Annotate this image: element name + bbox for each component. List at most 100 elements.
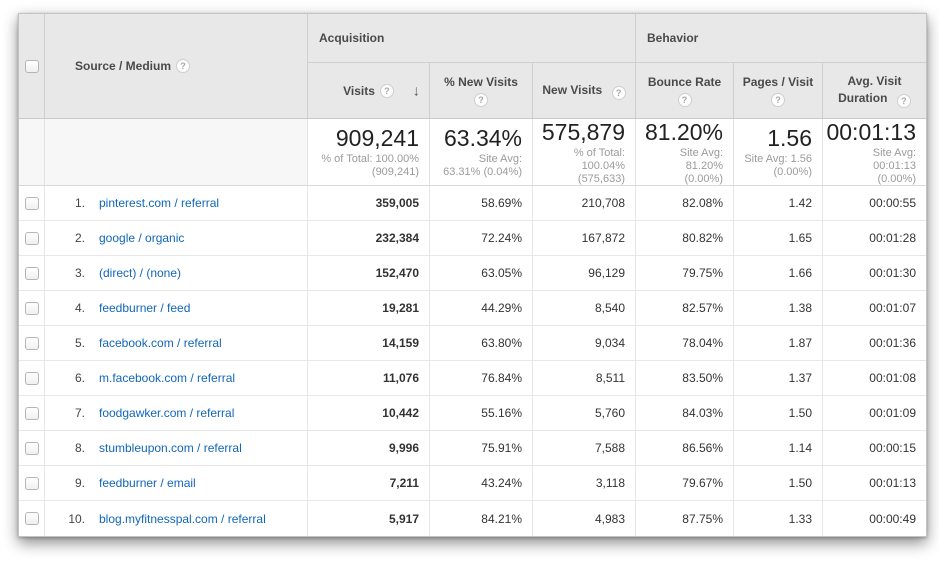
new-visits-cell: 210,708 [533, 186, 636, 220]
column-header-visits[interactable]: Visits ? ↓ [308, 63, 430, 118]
help-icon[interactable]: ? [474, 93, 488, 107]
row-rank: 8. [53, 441, 85, 455]
new-visits-cell: 9,034 [533, 326, 636, 360]
source-medium-link[interactable]: pinterest.com / referral [99, 196, 219, 210]
row-checkbox[interactable] [25, 337, 39, 350]
summary-new-visits: 575,879 % of Total: 100.04% (575,633) [533, 119, 636, 185]
help-icon[interactable]: ? [678, 93, 692, 107]
pages-visit-cell: 1.37 [734, 361, 823, 395]
pct-new-visits-cell: 76.84% [430, 361, 533, 395]
help-icon[interactable]: ? [612, 86, 626, 100]
column-header-pct-new-visits[interactable]: % New Visits ? [430, 63, 533, 118]
row-checkbox-cell [19, 291, 45, 325]
pages-visit-cell: 1.50 [734, 396, 823, 430]
visits-cell: 19,281 [308, 291, 430, 325]
row-checkbox-cell [19, 396, 45, 430]
row-checkbox[interactable] [25, 232, 39, 245]
pages-visit-cell: 1.50 [734, 466, 823, 500]
analytics-table-card: Source / Medium ? Acquisition Visits ? ↓… [18, 13, 927, 537]
source-medium-link[interactable]: stumbleupon.com / referral [99, 441, 242, 455]
new-visits-cell: 8,540 [533, 291, 636, 325]
source-medium-cell: 2. google / organic [45, 221, 308, 255]
acquisition-group-band: Acquisition [308, 14, 636, 63]
source-medium-link[interactable]: feedburner / feed [99, 301, 190, 315]
source-medium-link[interactable]: (direct) / (none) [99, 266, 181, 280]
source-medium-link[interactable]: foodgawker.com / referral [99, 406, 234, 420]
source-medium-cell: 7. foodgawker.com / referral [45, 396, 308, 430]
behavior-group: Behavior Bounce Rate ? Pages / Visit ? A… [635, 14, 926, 118]
pct-new-visits-cell: 75.91% [430, 431, 533, 465]
source-medium-link[interactable]: google / organic [99, 231, 184, 245]
bounce-rate-cell: 87.75% [636, 501, 734, 536]
row-rank: 7. [53, 406, 85, 420]
source-medium-link[interactable]: m.facebook.com / referral [99, 371, 235, 385]
table-row: 4. feedburner / feed 19,281 44.29% 8,540… [19, 291, 926, 326]
new-visits-cell: 96,129 [533, 256, 636, 290]
avg-visit-duration-cell: 00:00:49 [823, 501, 926, 536]
row-checkbox[interactable] [25, 267, 39, 280]
row-rank: 4. [53, 301, 85, 315]
help-icon[interactable]: ? [380, 84, 394, 98]
table-row: 1. pinterest.com / referral 359,005 58.6… [19, 186, 926, 221]
table-row: 5. facebook.com / referral 14,159 63.80%… [19, 326, 926, 361]
column-header-pages-visit[interactable]: Pages / Visit ? [734, 63, 823, 118]
visits-cell: 11,076 [308, 361, 430, 395]
source-medium-link[interactable]: facebook.com / referral [99, 336, 222, 350]
pages-visit-cell: 1.33 [734, 501, 823, 536]
avg-visit-duration-cell: 00:01:09 [823, 396, 926, 430]
row-checkbox[interactable] [25, 477, 39, 490]
column-header-bounce-rate[interactable]: Bounce Rate ? [636, 63, 734, 118]
select-all-checkbox[interactable] [25, 60, 39, 73]
pct-new-visits-cell: 58.69% [430, 186, 533, 220]
visits-cell: 7,211 [308, 466, 430, 500]
acquisition-group: Acquisition Visits ? ↓ % New Visits ? Ne… [308, 14, 636, 118]
source-medium-cell: 4. feedburner / feed [45, 291, 308, 325]
row-checkbox-cell [19, 361, 45, 395]
avg-visit-duration-cell: 00:01:28 [823, 221, 926, 255]
select-all-cell [19, 14, 45, 118]
row-checkbox-cell [19, 186, 45, 220]
row-checkbox[interactable] [25, 302, 39, 315]
visits-cell: 359,005 [308, 186, 430, 220]
row-checkbox[interactable] [25, 197, 39, 210]
row-checkbox[interactable] [25, 442, 39, 455]
source-medium-cell: 8. stumbleupon.com / referral [45, 431, 308, 465]
row-checkbox-cell [19, 326, 45, 360]
source-medium-link[interactable]: feedburner / email [99, 476, 196, 490]
source-medium-cell: 9. feedburner / email [45, 466, 308, 500]
summary-row: 909,241 % of Total: 100.00% (909,241) 63… [19, 119, 926, 186]
bounce-rate-cell: 83.50% [636, 361, 734, 395]
summary-pct-new-visits: 63.34% Site Avg: 63.31% (0.04%) [430, 119, 533, 185]
behavior-group-band: Behavior [636, 14, 926, 63]
summary-pages-visit: 1.56 Site Avg: 1.56 (0.00%) [734, 119, 823, 185]
bounce-rate-cell: 78.04% [636, 326, 734, 360]
row-checkbox-cell [19, 256, 45, 290]
row-checkbox[interactable] [25, 407, 39, 420]
sort-descending-icon[interactable]: ↓ [413, 82, 421, 99]
source-medium-cell: 10. blog.myfitnesspal.com / referral [45, 501, 308, 536]
source-medium-cell: 1. pinterest.com / referral [45, 186, 308, 220]
row-checkbox[interactable] [25, 372, 39, 385]
row-rank: 10. [53, 512, 85, 526]
summary-avg-visit-duration: 00:01:13 Site Avg: 00:01:13 (0.00%) [823, 119, 926, 185]
pages-visit-cell: 1.42 [734, 186, 823, 220]
help-icon[interactable]: ? [897, 94, 911, 108]
source-medium-link[interactable]: blog.myfitnesspal.com / referral [99, 512, 266, 526]
table-row: 2. google / organic 232,384 72.24% 167,8… [19, 221, 926, 256]
pages-visit-cell: 1.65 [734, 221, 823, 255]
column-header-new-visits[interactable]: New Visits ? [533, 63, 636, 118]
row-checkbox-cell [19, 221, 45, 255]
pct-new-visits-cell: 63.80% [430, 326, 533, 360]
column-header-avg-visit-duration[interactable]: Avg. Visit Duration ? [823, 63, 926, 118]
row-checkbox[interactable] [25, 512, 39, 525]
table-row: 10. blog.myfitnesspal.com / referral 5,9… [19, 501, 926, 536]
bounce-rate-cell: 79.67% [636, 466, 734, 500]
help-icon[interactable]: ? [771, 93, 785, 107]
column-header-source-medium[interactable]: Source / Medium ? [45, 14, 308, 118]
pct-new-visits-cell: 63.05% [430, 256, 533, 290]
acquisition-group-label: Acquisition [319, 31, 384, 45]
help-icon[interactable]: ? [176, 59, 190, 73]
pct-new-visits-cell: 84.21% [430, 501, 533, 536]
bounce-rate-cell: 79.75% [636, 256, 734, 290]
bounce-rate-cell: 84.03% [636, 396, 734, 430]
